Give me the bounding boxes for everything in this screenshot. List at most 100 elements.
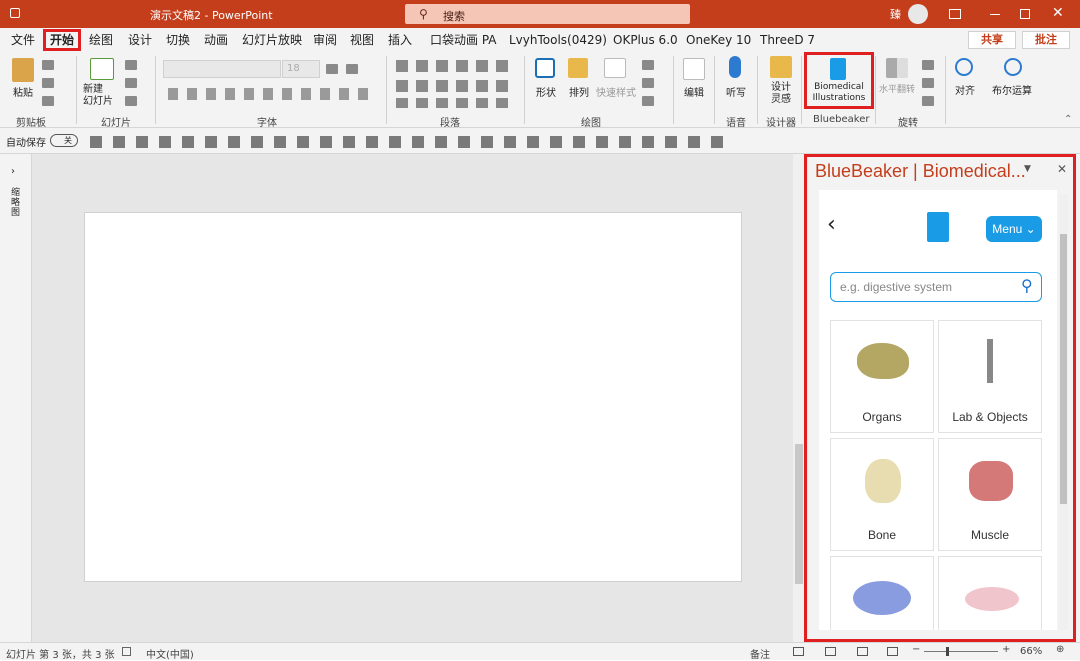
slide-sorter-icon[interactable] <box>825 647 836 656</box>
shape-outline-icon[interactable] <box>642 78 654 88</box>
avatar[interactable] <box>908 4 928 24</box>
tab-insert[interactable]: 插入 <box>388 31 412 49</box>
zoom-slider[interactable] <box>924 651 998 652</box>
group-rotate: 旋转 <box>898 118 918 129</box>
user-initial: 臻 <box>890 8 901 21</box>
tab-lvyhtools[interactable]: LvyhTools(0429) <box>509 31 607 49</box>
accessibility-icon[interactable] <box>122 647 131 656</box>
fit-to-window-icon[interactable]: ⊕ <box>1056 644 1064 655</box>
maximize-icon[interactable] <box>1020 9 1030 19</box>
paste-icon[interactable] <box>12 58 34 82</box>
autosave-label: 自动保存 <box>6 138 46 149</box>
close-icon[interactable]: ✕ <box>1052 5 1064 21</box>
share-button[interactable]: 共享 <box>968 31 1016 49</box>
tab-file[interactable]: 文件 <box>11 31 35 49</box>
scrollbar-thumb[interactable] <box>795 444 803 584</box>
cut-icon[interactable] <box>42 60 54 70</box>
design-ideas-icon[interactable] <box>770 56 792 78</box>
tab-review[interactable]: 审阅 <box>313 31 337 49</box>
font-format-buttons[interactable] <box>168 88 368 100</box>
shape-fill-icon[interactable] <box>642 60 654 70</box>
expand-icon[interactable]: › <box>11 166 15 177</box>
arrange-icon[interactable] <box>568 58 588 78</box>
slide-canvas[interactable] <box>84 212 742 582</box>
thumbnails-label: 缩略图 <box>11 188 21 218</box>
quick-style-icon[interactable] <box>604 58 626 78</box>
font-name-select[interactable] <box>163 60 281 78</box>
separator <box>524 56 525 124</box>
search-label: 搜索 <box>443 10 465 23</box>
new-slide-icon[interactable] <box>90 58 114 80</box>
tab-design[interactable]: 设计 <box>128 31 152 49</box>
normal-view-icon[interactable] <box>793 647 804 656</box>
reset-icon[interactable] <box>125 78 137 88</box>
separator <box>155 56 156 124</box>
zoom-out-icon[interactable]: − <box>912 644 920 655</box>
language[interactable]: 中文(中国) <box>146 646 194 661</box>
collapse-ribbon-icon[interactable]: ⌃ <box>1064 114 1072 125</box>
tab-slideshow[interactable]: 幻灯片放映 <box>242 31 302 49</box>
rotate-icon[interactable] <box>922 60 934 70</box>
rotate-left-icon[interactable] <box>922 78 934 88</box>
boolean-icon[interactable] <box>1004 58 1022 76</box>
thumbnails-pane[interactable]: › 缩略图 <box>0 154 32 642</box>
rotate-right-icon[interactable] <box>922 96 934 106</box>
panel-highlight <box>804 154 1076 642</box>
minimize-icon[interactable] <box>990 14 1000 15</box>
title-bar: 演示文稿2 - PowerPoint ⚲ 搜索 臻 ✕ <box>0 0 1080 28</box>
alignment-buttons[interactable] <box>396 98 514 108</box>
shapes-icon[interactable] <box>535 58 555 78</box>
ribbon: 粘贴 剪贴板 新建 幻灯片 幻灯片 18 字体 段落 形状 排列 快速样式 绘图… <box>0 52 1080 129</box>
ribbon-display-icon[interactable] <box>949 9 961 19</box>
reading-view-icon[interactable] <box>857 647 868 656</box>
qat-buttons[interactable] <box>90 136 730 148</box>
separator <box>801 56 802 124</box>
align-label: 对齐 <box>955 86 975 97</box>
section-icon[interactable] <box>125 96 137 106</box>
font-grow-icon[interactable] <box>326 64 338 74</box>
copy-icon[interactable] <box>42 78 54 88</box>
layout-icon[interactable] <box>125 60 137 70</box>
find-icon[interactable] <box>683 58 705 80</box>
tab-animations[interactable]: 动画 <box>204 31 228 49</box>
separator <box>757 56 758 124</box>
align-icon[interactable] <box>955 58 973 76</box>
tab-view[interactable]: 视图 <box>350 31 374 49</box>
autosave-toggle[interactable]: 关 <box>50 134 78 147</box>
direction-buttons[interactable] <box>396 80 514 92</box>
font-shrink-icon[interactable] <box>346 64 358 74</box>
tab-draw[interactable]: 绘图 <box>89 31 113 49</box>
group-drawing: 绘图 <box>581 118 601 129</box>
biomedical-illustrations-button[interactable]: Biomedical Illustrations <box>812 82 866 104</box>
zoom-in-icon[interactable]: + <box>1002 644 1010 655</box>
tab-onekey[interactable]: OneKey 10 <box>686 31 751 49</box>
list-buttons[interactable] <box>396 60 514 72</box>
edit-label: 编辑 <box>684 88 704 99</box>
tab-okplus[interactable]: OKPlus 6.0 <box>613 31 678 49</box>
tab-transitions[interactable]: 切换 <box>166 31 190 49</box>
zoom-level[interactable]: 66% <box>1020 646 1042 657</box>
microphone-icon[interactable] <box>729 56 741 78</box>
font-size-select[interactable]: 18 <box>282 60 320 78</box>
paste-label: 粘贴 <box>13 88 33 99</box>
dictate-label: 听写 <box>726 88 746 99</box>
format-painter-icon[interactable] <box>42 96 54 106</box>
autosave-icon[interactable] <box>10 8 20 18</box>
group-slides: 幻灯片 <box>101 118 131 129</box>
search-box[interactable]: ⚲ 搜索 <box>405 4 690 24</box>
shapes-label: 形状 <box>536 88 556 99</box>
flip-horizontal-label: 水平翻转 <box>879 85 916 95</box>
tab-threed[interactable]: ThreeD 7 <box>760 31 815 49</box>
boolean-label: 布尔运算 <box>992 86 1032 97</box>
tab-pocket-animation[interactable]: 口袋动画 PA <box>430 31 497 49</box>
zoom-thumb[interactable] <box>946 647 949 656</box>
shape-effects-icon[interactable] <box>642 96 654 106</box>
slideshow-icon[interactable] <box>887 647 898 656</box>
home-tab-highlight <box>43 29 81 51</box>
beaker-icon[interactable] <box>830 58 846 80</box>
slide-counter: 幻灯片 第 3 张，共 3 张 <box>6 650 115 661</box>
quick-access-toolbar: 自动保存 关 <box>0 128 1080 154</box>
flip-horizontal-icon[interactable] <box>886 58 908 78</box>
comment-button[interactable]: 批注 <box>1022 31 1070 49</box>
notes-button[interactable]: 备注 <box>750 646 770 661</box>
